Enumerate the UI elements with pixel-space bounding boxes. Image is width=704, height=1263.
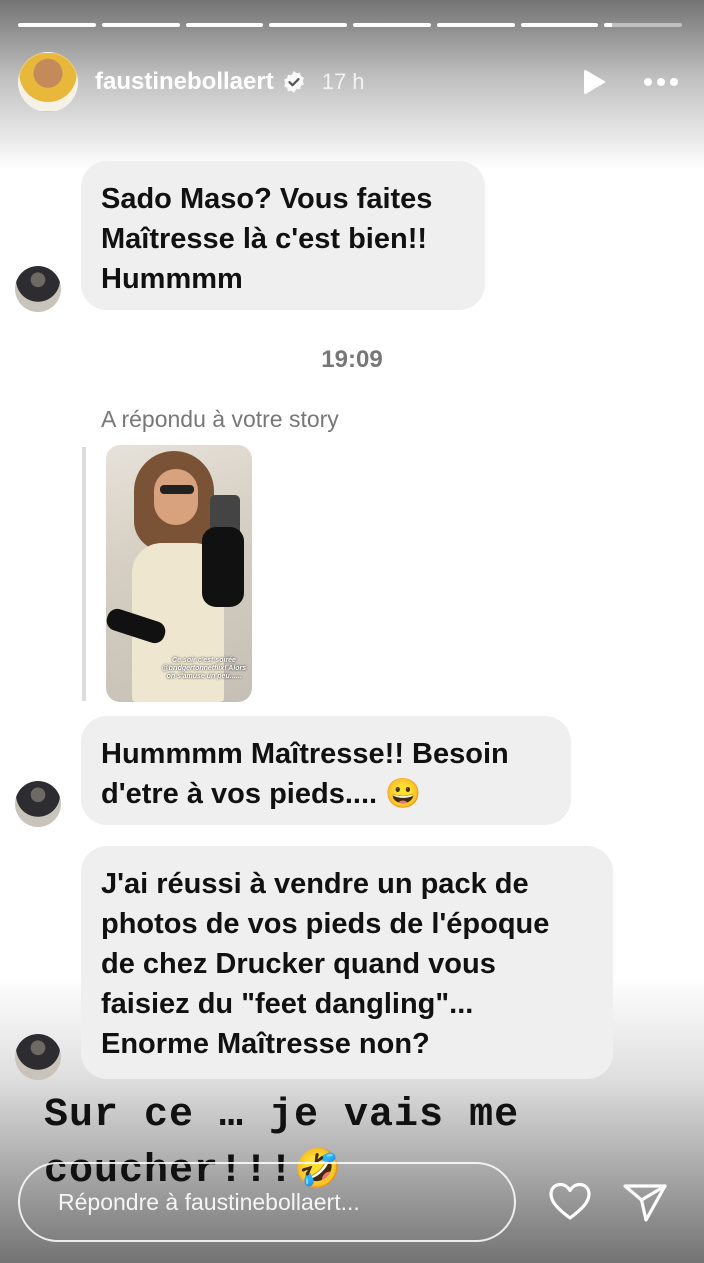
message-bubble: J'ai réussi à vendre un pack de photos d…	[81, 846, 613, 1079]
more-icon[interactable]	[644, 78, 678, 86]
reply-input[interactable]: Répondre à faustinebollaert...	[18, 1162, 516, 1242]
reply-placeholder: Répondre à faustinebollaert...	[58, 1188, 360, 1215]
story-progress-bar	[18, 23, 682, 27]
post-time: 17 h	[321, 69, 365, 94]
message-line: Sado Maso? Vous faites	[101, 183, 433, 215]
story-caption: Ce soir c'est soirée @bridgertonnetflix!…	[161, 657, 247, 680]
story-thumbnail[interactable]: Ce soir c'est soirée @bridgertonnetflix!…	[106, 445, 252, 702]
sender-avatar	[15, 266, 61, 312]
message-line: faisiez du "feet dangling"...	[101, 988, 474, 1020]
progress-segment	[18, 23, 96, 27]
progress-segment	[520, 23, 599, 27]
story-header: faustinebollaert 17 h	[18, 52, 686, 112]
username[interactable]: faustinebollaert	[95, 68, 274, 96]
progress-segment	[353, 23, 431, 27]
overlay-line: Sur ce … je vais me	[44, 1093, 520, 1138]
sender-avatar	[15, 781, 61, 827]
message-line: J'ai réussi à vendre un pack de	[101, 868, 529, 900]
reply-indicator-bar	[82, 447, 86, 701]
message-line: Hummmm	[101, 263, 243, 295]
progress-segment	[436, 23, 515, 27]
message-line: Maîtresse là c'est bien!!	[101, 223, 428, 255]
message-bubble: Hummmm Maîtresse!! Besoin d'etre à vos p…	[81, 716, 571, 825]
message-line: d'etre à vos pieds.... 😀	[101, 778, 422, 810]
message-bubble: Sado Maso? Vous faites Maîtresse là c'es…	[81, 161, 485, 310]
message-line: de chez Drucker quand vous	[101, 948, 496, 980]
progress-segment	[185, 23, 264, 27]
message-line: Hummmm Maîtresse!! Besoin	[101, 738, 509, 770]
verified-icon	[283, 71, 304, 93]
send-icon[interactable]	[622, 1182, 668, 1224]
progress-segment	[604, 23, 682, 27]
sender-avatar	[15, 1034, 61, 1080]
progress-segment	[101, 23, 180, 27]
message-line: photos de vos pieds de l'époque	[101, 908, 550, 940]
play-icon[interactable]	[584, 69, 606, 95]
heart-icon[interactable]	[548, 1182, 592, 1222]
profile-avatar[interactable]	[18, 52, 78, 112]
replied-to-story-label: A répondu à votre story	[101, 406, 339, 432]
progress-segment	[269, 23, 347, 27]
message-line: Enorme Maîtresse non?	[101, 1028, 430, 1060]
message-timestamp: 19:09	[321, 346, 383, 373]
